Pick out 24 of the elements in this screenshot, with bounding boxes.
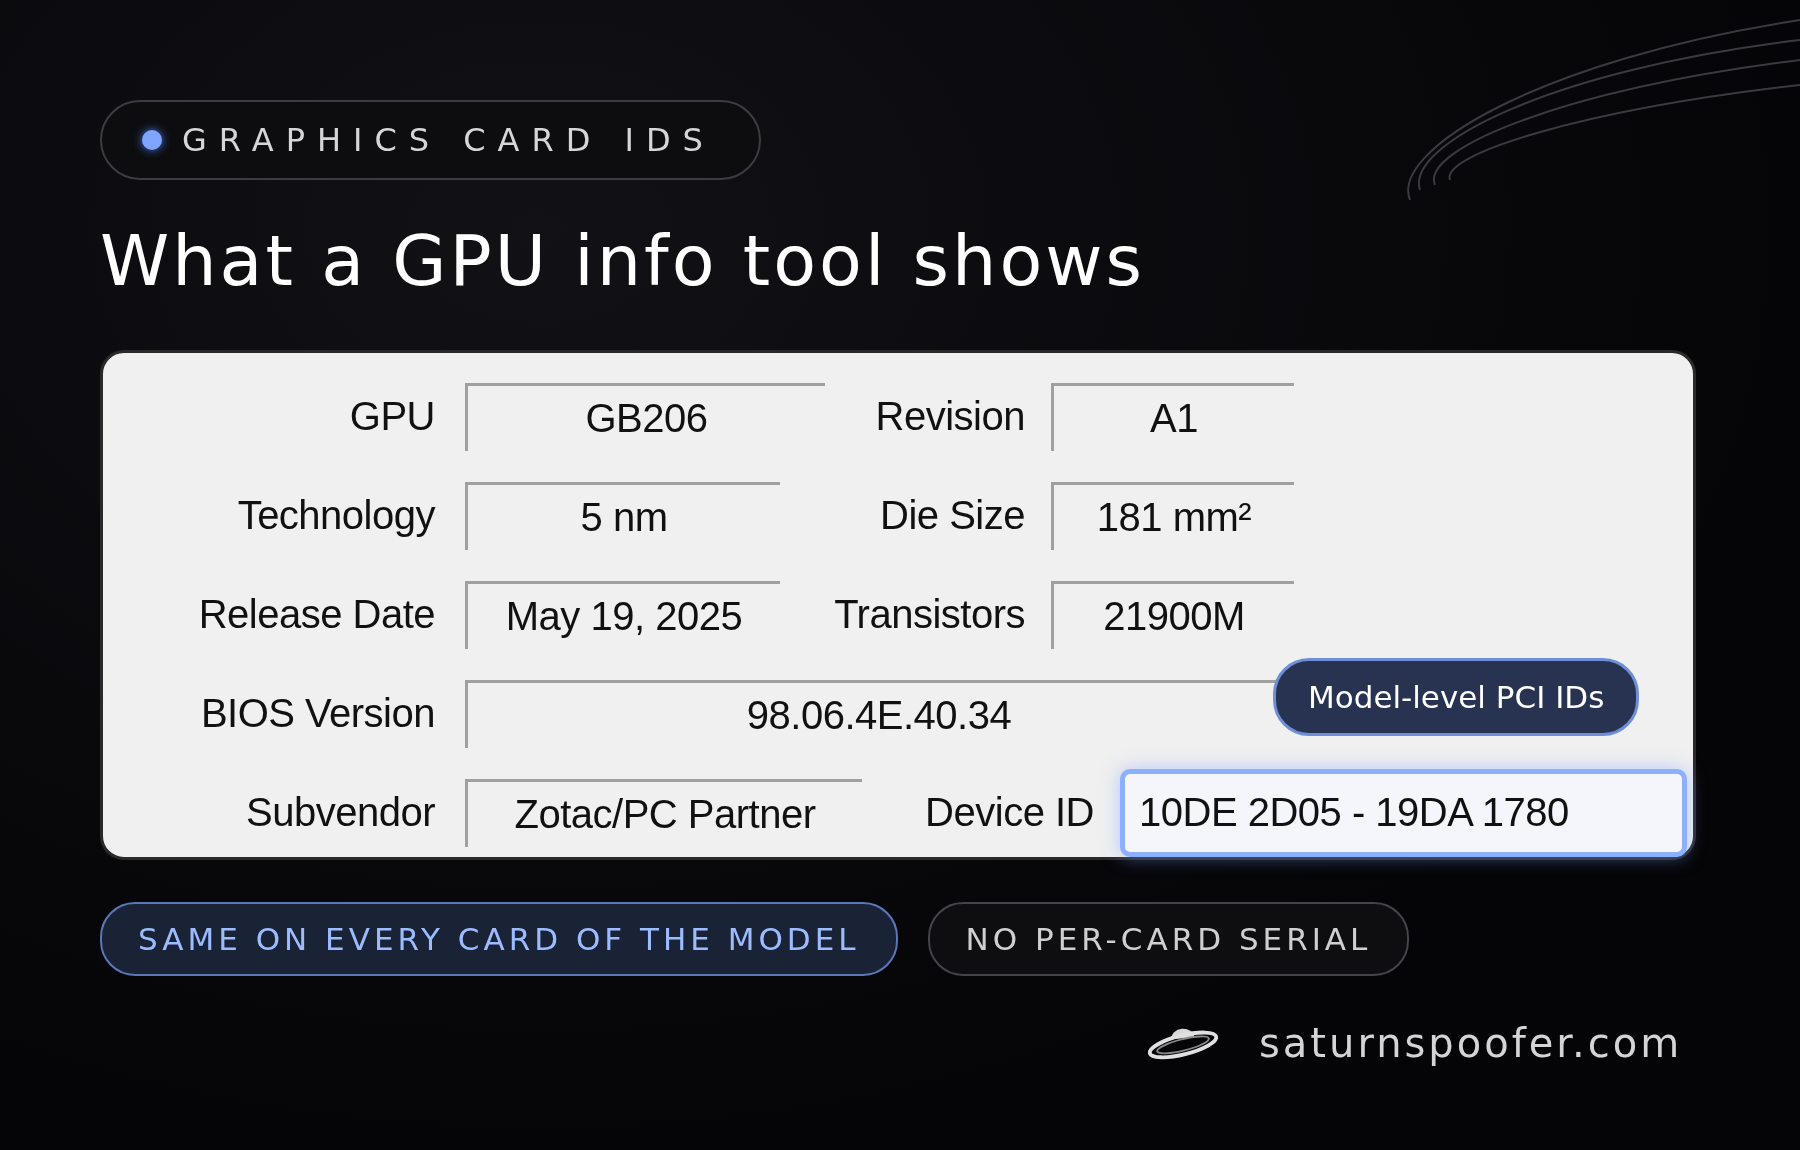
value-field: GB206 [465,382,825,451]
value-field: Zotac/PC Partner [465,778,862,847]
field-label: Die Size [879,493,1025,538]
value-field: 5 nm [465,481,780,550]
value-field: 21900M [1051,580,1294,649]
field-label: Revision [874,394,1025,439]
value-field: A1 [1051,382,1294,451]
tag-chip: NO PER-CARD SERIAL [927,902,1410,976]
dot-icon [142,130,162,150]
field-label: Subvendor [245,790,435,835]
field-label: Release Date [197,592,435,637]
badge-label: GRAPHICS CARD IDS [182,121,715,159]
tooltip: Model-level PCI IDs [1273,658,1640,736]
field-label: BIOS Version [199,691,435,736]
value-field: May 19, 2025 [465,580,780,649]
website-link[interactable]: saturnspoofer.com [1259,1020,1683,1066]
field-label: Device ID [924,790,1094,835]
value-field: 10DE 2D05 - 19DA 1780 [1120,768,1687,857]
tag-chip: SAME ON EVERY CARD OF THE MODEL [100,902,898,976]
field-label: GPU [348,394,435,439]
field-label: Technology [236,493,435,538]
headline: What a GPU info tool shows [100,219,1146,304]
field-label: Transistors [833,592,1025,637]
value-field: 181 mm² [1051,481,1294,550]
